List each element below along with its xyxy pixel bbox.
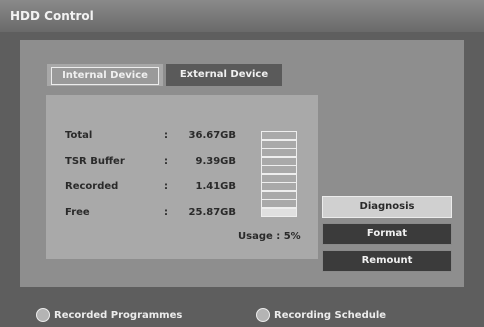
stat-value-recorded: 1.41GB xyxy=(195,181,236,192)
format-button[interactable]: Format xyxy=(322,223,452,245)
recorded-programmes-link[interactable]: Recorded Programmes xyxy=(36,308,182,322)
tab-external-device[interactable]: External Device xyxy=(166,64,282,86)
recorded-programmes-label: Recorded Programmes xyxy=(54,310,183,321)
stat-separator: : xyxy=(164,130,168,141)
remount-button[interactable]: Remount xyxy=(322,250,452,272)
window-title: HDD Control xyxy=(10,9,94,23)
footer-bar: Recorded Programmes Recording Schedule xyxy=(0,299,484,327)
recording-schedule-link[interactable]: Recording Schedule xyxy=(256,308,386,322)
stat-separator: : xyxy=(164,156,168,167)
tab-internal-device[interactable]: Internal Device xyxy=(47,64,163,86)
stat-value-tsr-buffer: 9.39GB xyxy=(195,156,236,167)
stat-label-free: Free xyxy=(65,207,90,218)
usage-bar xyxy=(261,131,297,217)
stat-separator: : xyxy=(164,181,168,192)
yellow-key-icon xyxy=(256,308,270,322)
stat-label-total: Total xyxy=(65,130,93,141)
diagnosis-button[interactable]: Diagnosis xyxy=(322,196,452,218)
stat-label-tsr-buffer: TSR Buffer xyxy=(65,156,125,167)
usage-label: Usage : 5% xyxy=(238,231,301,242)
green-key-icon xyxy=(36,308,50,322)
stat-value-total: 36.67GB xyxy=(188,130,236,141)
tab-internal-label: Internal Device xyxy=(51,67,159,85)
recording-schedule-label: Recording Schedule xyxy=(274,310,387,321)
stat-separator: : xyxy=(164,207,168,218)
usage-bar-segment xyxy=(261,207,297,217)
title-bar: HDD Control xyxy=(0,0,484,32)
stat-value-free: 25.87GB xyxy=(188,207,236,218)
stat-label-recorded: Recorded xyxy=(65,181,119,192)
